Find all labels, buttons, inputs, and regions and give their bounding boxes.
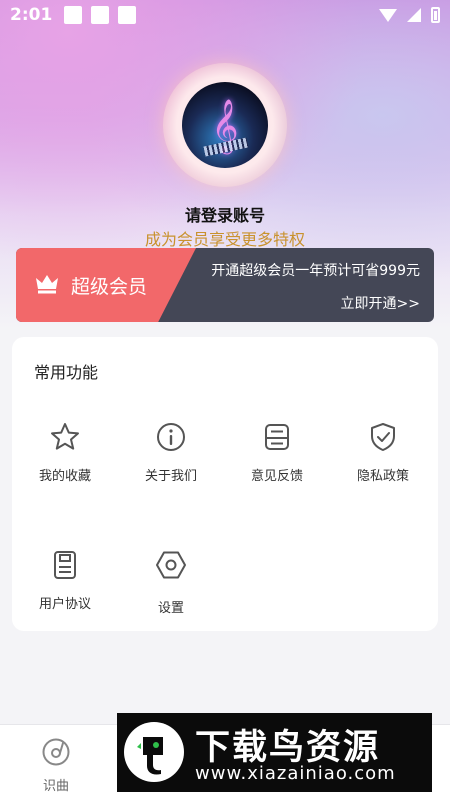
vip-open-link[interactable]: 立即开通>> — [341, 293, 420, 313]
notification-icon — [91, 6, 110, 24]
watermark-banner: 下载鸟资源 www.xiazainiao.com — [117, 713, 432, 792]
feature-favorites[interactable]: 我的收藏 — [12, 421, 118, 484]
info-icon — [157, 423, 185, 451]
feature-feedback[interactable]: 意见反馈 — [224, 421, 330, 484]
feature-label: 隐私政策 — [356, 469, 409, 484]
document-icon — [54, 551, 76, 579]
status-time: 2:01 — [10, 5, 53, 25]
nav-label: 识曲 — [42, 779, 69, 794]
feature-label: 设置 — [157, 601, 184, 616]
star-icon — [51, 423, 79, 450]
signal-icon — [407, 8, 421, 22]
shield-check-icon — [371, 423, 395, 451]
feature-settings[interactable]: 设置 — [118, 549, 224, 616]
feature-user-agreement[interactable]: 用户协议 — [12, 549, 118, 612]
member-benefit-text: 成为会员享受更多特权 — [144, 230, 305, 249]
nav-item-recognize-song[interactable]: 识曲 — [26, 737, 86, 794]
feedback-icon — [265, 424, 289, 450]
login-prompt[interactable]: 请登录账号 — [0, 202, 450, 226]
feature-label: 意见反馈 — [250, 469, 303, 484]
vip-banner[interactable]: 超级会员 开通超级会员一年预计可省999元 立即开通>> — [16, 248, 434, 322]
vip-title: 超级会员 — [71, 276, 148, 298]
battery-icon — [431, 7, 440, 23]
feature-label: 我的收藏 — [38, 469, 91, 484]
notification-icon — [64, 6, 83, 24]
settings-hexagon-icon — [156, 551, 186, 579]
common-functions-card: 常用功能 我的收藏 关于我们 意见反馈 隐私政策 用户协议 设置 — [12, 337, 438, 631]
section-title: 常用功能 — [34, 363, 99, 382]
bird-logo-icon — [124, 722, 184, 782]
avatar[interactable]: 𝄞 — [182, 82, 268, 168]
watermark-url: www.xiazainiao.com — [195, 763, 396, 784]
vip-description: 开通超级会员一年预计可省999元 — [211, 263, 420, 279]
wifi-icon — [379, 8, 397, 22]
feature-label: 用户协议 — [38, 597, 91, 612]
feature-privacy-policy[interactable]: 隐私政策 — [330, 421, 436, 484]
feature-label: 关于我们 — [144, 469, 197, 484]
status-bar: 2:01 — [0, 0, 450, 30]
music-disc-icon — [42, 738, 70, 766]
feature-about-us[interactable]: 关于我们 — [118, 421, 224, 484]
crown-icon — [36, 275, 58, 294]
notification-icon — [118, 6, 137, 24]
